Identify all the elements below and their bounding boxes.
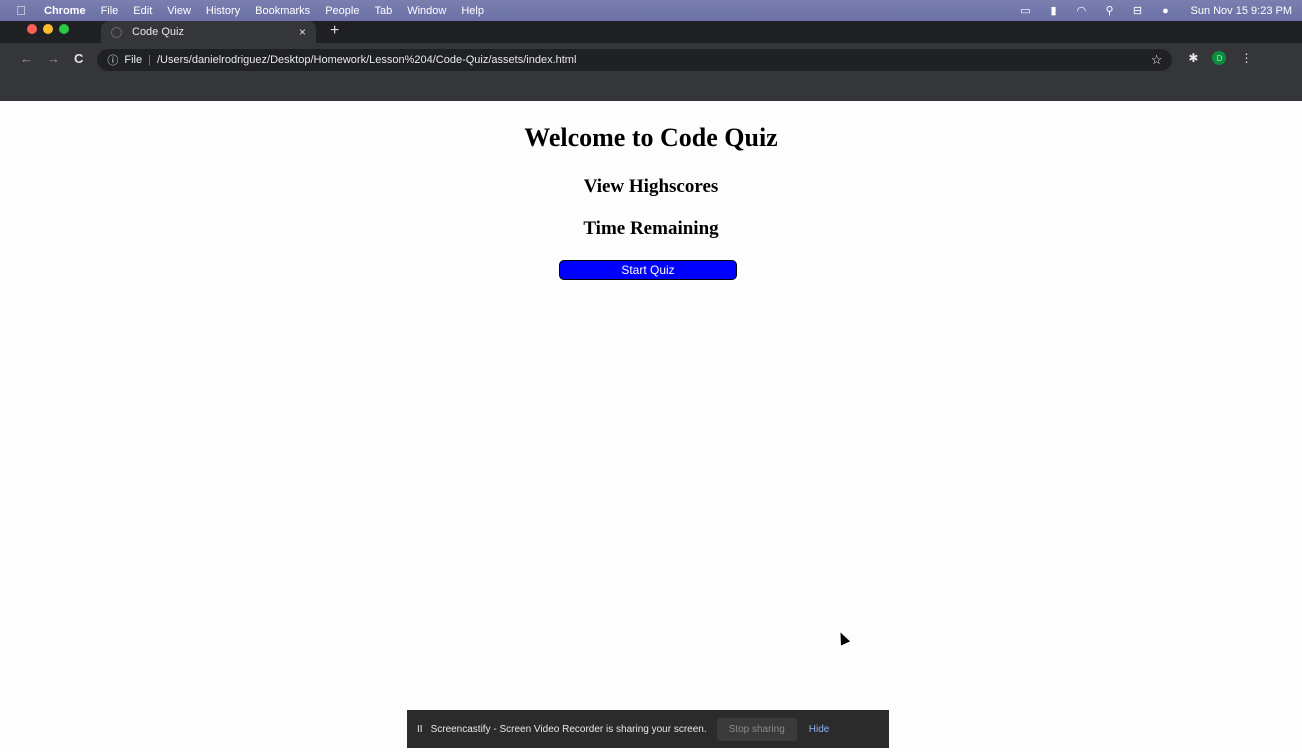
minimize-window-button[interactable] (43, 23, 53, 34)
hide-button[interactable]: Hide (809, 724, 830, 735)
window-controls (0, 21, 69, 43)
status-area: ▭ ▮ ◠ ⚲ ⊟ ● Sun Nov 15 9:23 PM (1018, 4, 1292, 18)
menu-window[interactable]: Window (407, 5, 446, 17)
battery-icon[interactable]: ▮ (1046, 4, 1060, 17)
reload-icon[interactable]: C (74, 51, 83, 66)
menu-chrome[interactable]: Chrome (44, 5, 86, 17)
wifi-icon[interactable]: ◠ (1074, 4, 1088, 17)
url-scheme-label: File (124, 54, 143, 66)
back-arrow-icon[interactable]: ← (20, 51, 33, 66)
menu-file[interactable]: File (101, 5, 119, 17)
macos-menu-bar:  Chrome File Edit View History Bookmark… (0, 0, 1302, 21)
browser-toolbar: ← → C ⓘ File | /Users/danielrodriguez/De… (0, 43, 1302, 101)
time-remaining-heading: Time Remaining (583, 218, 719, 239)
menu-clock[interactable]: Sun Nov 15 9:23 PM (1190, 5, 1292, 17)
tab-code-quiz[interactable]: Code Quiz × (101, 21, 316, 43)
stop-sharing-button[interactable]: Stop sharing (716, 717, 797, 741)
fullscreen-window-button[interactable] (59, 23, 69, 34)
more-menu-icon[interactable]: ⋮ (1240, 51, 1252, 65)
menu-history[interactable]: History (206, 5, 240, 17)
tab-title: Code Quiz (132, 26, 184, 38)
pause-icon: II (417, 723, 423, 735)
screencastify-extension-icon[interactable]: D (1212, 51, 1227, 65)
menu-people[interactable]: People (325, 5, 359, 17)
menu-tab[interactable]: Tab (374, 5, 392, 17)
address-bar[interactable]: ⓘ File | /Users/danielrodriguez/Desktop/… (97, 49, 1173, 71)
forward-arrow-icon[interactable]: → (47, 51, 60, 66)
close-window-button[interactable] (27, 23, 37, 34)
screen-icon[interactable]: ▭ (1018, 4, 1032, 17)
navigation-buttons: ← → C (0, 49, 83, 67)
menu-help[interactable]: Help (461, 5, 484, 17)
extensions-puzzle-icon[interactable]: ✱ (1188, 51, 1198, 65)
share-message: Screencastify - Screen Video Recorder is… (430, 723, 707, 735)
control-center-icon[interactable]: ⊟ (1130, 4, 1144, 17)
url-separator: | (148, 54, 151, 66)
start-quiz-button[interactable]: Start Quiz (559, 260, 737, 280)
menu-bookmarks[interactable]: Bookmarks (255, 5, 310, 17)
screen-share-bar: II Screencastify - Screen Video Recorder… (407, 710, 889, 748)
apple-logo-icon[interactable]:  (10, 3, 32, 18)
page-favicon-icon (111, 26, 122, 38)
siri-icon[interactable]: ● (1158, 5, 1172, 17)
view-highscores-heading[interactable]: View Highscores (0, 176, 1302, 198)
page-title: Welcome to Code Quiz (524, 123, 778, 152)
browser-tab-strip: Code Quiz × + (0, 21, 1302, 43)
menu-edit[interactable]: Edit (133, 5, 152, 17)
bookmark-star-icon[interactable]: ☆ (1151, 52, 1163, 68)
spotlight-icon[interactable]: ⚲ (1102, 4, 1116, 17)
info-icon[interactable]: ⓘ (107, 52, 118, 68)
new-tab-button[interactable]: + (330, 22, 339, 40)
extension-area: ✱ D ⋮ (1188, 49, 1252, 67)
page-content: Welcome to Code Quiz View Highscores Tim… (0, 101, 1302, 752)
menu-view[interactable]: View (167, 5, 191, 17)
close-tab-icon[interactable]: × (299, 25, 306, 39)
url-text[interactable]: /Users/danielrodriguez/Desktop/Homework/… (157, 54, 576, 66)
